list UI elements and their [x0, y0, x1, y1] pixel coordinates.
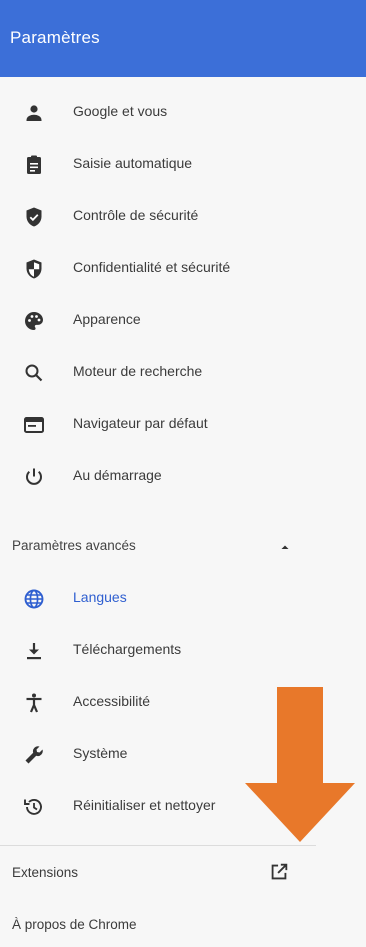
sidebar-item-label: Contrôle de sécurité [73, 207, 199, 223]
sidebar-item-autofill[interactable]: Saisie automatique [0, 139, 366, 191]
sidebar-item-label: Confidentialité et sécurité [73, 259, 231, 275]
accessibility-icon [22, 691, 46, 715]
settings-header: Paramètres [0, 0, 366, 77]
caret-up-icon [280, 539, 290, 549]
sidebar-item-label: Langues [73, 589, 127, 605]
sidebar-item-downloads[interactable]: Téléchargements [0, 625, 366, 677]
sidebar-item-extensions[interactable]: Extensions [0, 851, 366, 895]
search-icon [22, 361, 46, 385]
power-icon [22, 465, 46, 489]
restore-icon [22, 795, 46, 819]
advanced-settings-toggle[interactable]: Paramètres avancés [0, 523, 366, 567]
browser-window-icon [22, 413, 46, 437]
palette-icon [22, 309, 46, 333]
advanced-settings-label: Paramètres avancés [12, 538, 136, 553]
download-icon [22, 639, 46, 663]
sidebar-item-languages[interactable]: Langues [0, 573, 366, 625]
sidebar-item-label: Google et vous [73, 103, 168, 119]
annotation-arrow-icon [245, 687, 355, 842]
sidebar-item-on-startup[interactable]: Au démarrage [0, 451, 366, 503]
sidebar-item-default-browser[interactable]: Navigateur par défaut [0, 399, 366, 451]
wrench-icon [22, 743, 46, 767]
sidebar-item-label: Extensions [12, 865, 79, 880]
open-in-new-icon[interactable] [268, 861, 290, 883]
sidebar-item-label: Système [73, 745, 128, 761]
shield-check-icon [22, 205, 46, 229]
sidebar-item-label: Téléchargements [73, 641, 182, 657]
sidebar-item-label: Réinitialiser et nettoyer [73, 797, 216, 813]
globe-icon [22, 587, 46, 611]
sidebar-item-privacy[interactable]: Confidentialité et sécurité [0, 243, 366, 295]
sidebar-item-label: Moteur de recherche [73, 363, 203, 379]
sidebar-item-google[interactable]: Google et vous [0, 87, 366, 139]
sidebar-item-label: Accessibilité [73, 693, 151, 709]
sidebar-item-label: Saisie automatique [73, 155, 193, 171]
sidebar-item-appearance[interactable]: Apparence [0, 295, 366, 347]
sidebar-item-about[interactable]: À propos de Chrome [0, 903, 366, 947]
sidebar-item-safety-check[interactable]: Contrôle de sécurité [0, 191, 366, 243]
sidebar-item-label: À propos de Chrome [12, 917, 137, 932]
divider [0, 845, 316, 846]
sidebar-item-label: Navigateur par défaut [73, 415, 208, 431]
clipboard-icon [22, 153, 46, 177]
shield-half-icon [22, 257, 46, 281]
page-title: Paramètres [10, 28, 100, 47]
sidebar-item-label: Apparence [73, 311, 141, 327]
sidebar-item-label: Au démarrage [73, 467, 162, 483]
sidebar-item-search-engine[interactable]: Moteur de recherche [0, 347, 366, 399]
person-icon [22, 101, 46, 125]
settings-sidebar: Google et vous Saisie automatique Contrô… [0, 77, 366, 947]
